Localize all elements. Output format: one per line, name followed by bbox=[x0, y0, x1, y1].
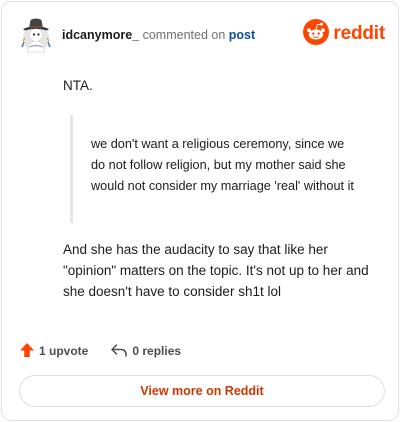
post-link[interactable]: post bbox=[229, 28, 255, 42]
view-more-button[interactable]: View more on Reddit bbox=[19, 375, 385, 407]
reddit-wordmark: reddit bbox=[333, 23, 385, 44]
upvote-count: 1 upvote bbox=[39, 344, 89, 358]
comment-opening: NTA. bbox=[63, 78, 93, 93]
username-link[interactable]: idcanymore_ bbox=[62, 28, 139, 42]
comment-footer: 1 upvote 0 replies bbox=[19, 340, 181, 362]
replies-button[interactable]: 0 replies bbox=[110, 342, 181, 361]
reddit-brand[interactable]: reddit bbox=[303, 18, 385, 50]
blockquote-text: we don't want a religious ceremony, sinc… bbox=[91, 137, 354, 193]
replies-count: 0 replies bbox=[132, 344, 182, 358]
embedded-comment-card: idcanymore_ commented on post reddit NTA… bbox=[1, 1, 399, 421]
comment-meta: idcanymore_ commented on post bbox=[62, 28, 255, 43]
action-text: commented on bbox=[142, 28, 226, 42]
reddit-logo-icon bbox=[303, 18, 330, 50]
upvote-button[interactable]: 1 upvote bbox=[19, 342, 88, 361]
quote-bar bbox=[70, 115, 73, 223]
reply-arrow-icon bbox=[110, 342, 132, 361]
comment-header: idcanymore_ commented on post reddit bbox=[19, 17, 385, 53]
upvote-arrow-icon bbox=[19, 342, 39, 361]
comment-reply-text: And she has the audacity to say that lik… bbox=[63, 242, 369, 299]
cowboy-avatar-icon[interactable] bbox=[19, 17, 53, 53]
